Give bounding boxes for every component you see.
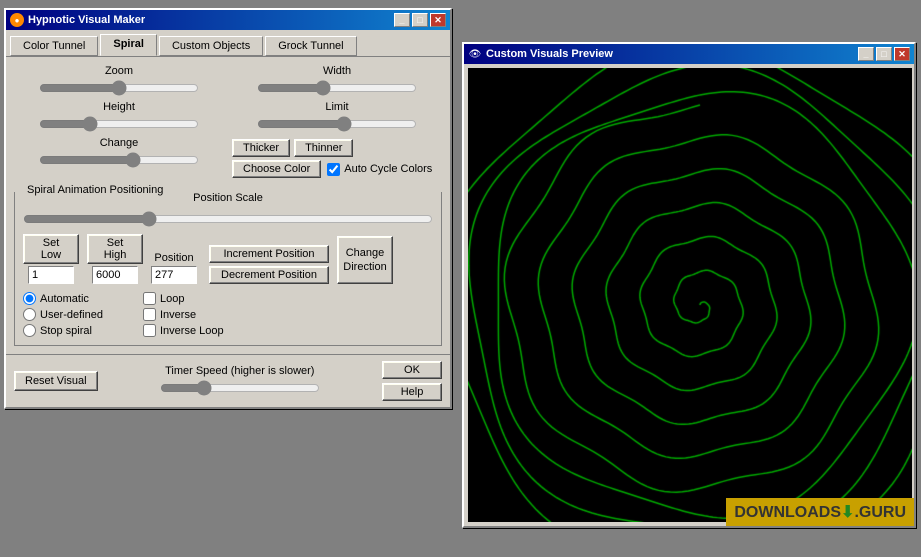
timer-group: Timer Speed (higher is slower)	[110, 365, 370, 397]
radio-automatic-input[interactable]	[23, 292, 36, 305]
width-slider[interactable]	[257, 79, 417, 97]
options-area: Automatic User-defined Stop spiral Loop	[23, 292, 433, 337]
radio-user-defined-input[interactable]	[23, 308, 36, 321]
bottom-bar: Reset Visual Timer Speed (higher is slow…	[6, 354, 450, 407]
animation-group: Spiral Animation Positioning Position Sc…	[14, 192, 442, 346]
height-label: Height	[103, 101, 135, 113]
main-window: ● Hypnotic Visual Maker _ □ ✕ Color Tunn…	[4, 8, 452, 409]
limit-label: Limit	[325, 101, 348, 113]
radio-user-defined-label: User-defined	[40, 309, 103, 321]
watermark-suffix: .GURU	[854, 504, 906, 521]
change-direction-label: ChangeDirection	[343, 246, 386, 275]
height-group: Height	[14, 101, 224, 133]
thicker-thinner-row: Thicker Thinner	[232, 139, 442, 157]
height-slider[interactable]	[39, 115, 199, 133]
reset-visual-button[interactable]: Reset Visual	[14, 371, 98, 391]
position-group: Position	[151, 252, 197, 284]
spiral-preview-canvas	[468, 68, 912, 522]
zoom-label: Zoom	[105, 65, 133, 77]
preview-title-bar: 👁 Custom Visuals Preview _ □ ✕	[464, 44, 914, 64]
radio-stop-spiral: Stop spiral	[23, 324, 103, 337]
minimize-button[interactable]: _	[394, 13, 410, 27]
radio-stop-spiral-label: Stop spiral	[40, 325, 92, 337]
set-high-group: Set High	[87, 234, 143, 284]
preview-title-left: 👁 Custom Visuals Preview	[468, 47, 613, 61]
inverse-loop-checkbox[interactable]	[143, 324, 156, 337]
radio-automatic-label: Automatic	[40, 293, 89, 305]
loop-label: Loop	[160, 293, 184, 305]
thinner-button[interactable]: Thinner	[294, 139, 353, 157]
position-label: Position	[154, 252, 193, 264]
ok-help-group: OK Help	[382, 361, 442, 401]
main-window-title: Hypnotic Visual Maker	[28, 14, 145, 26]
checkbox-inverse: Inverse	[143, 308, 224, 321]
watermark-text: DOWNLOADS	[734, 504, 841, 521]
preview-minimize-button[interactable]: _	[858, 47, 874, 61]
group-box-label: Spiral Animation Positioning	[23, 184, 167, 196]
limit-slider[interactable]	[257, 115, 417, 133]
checkbox-inverse-loop: Inverse Loop	[143, 324, 224, 337]
change-slider[interactable]	[39, 151, 199, 169]
help-button[interactable]: Help	[382, 383, 442, 401]
title-buttons: _ □ ✕	[394, 13, 446, 27]
decrement-position-button[interactable]: Decrement Position	[209, 266, 329, 284]
zoom-slider[interactable]	[39, 79, 199, 97]
increment-position-button[interactable]: Increment Position	[209, 245, 329, 263]
position-scale-slider[interactable]	[23, 210, 433, 228]
position-input[interactable]	[151, 266, 197, 284]
preview-title-buttons: _ □ ✕	[858, 47, 910, 61]
checkbox-loop: Loop	[143, 292, 224, 305]
tab-color-tunnel[interactable]: Color Tunnel	[10, 36, 98, 56]
app-icon: ●	[10, 13, 24, 27]
ok-button[interactable]: OK	[382, 361, 442, 379]
change-group: Change	[14, 137, 224, 169]
width-group: Width	[232, 65, 442, 97]
inverse-checkbox[interactable]	[143, 308, 156, 321]
change-direction-button[interactable]: ChangeDirection	[337, 236, 393, 284]
preview-maximize-button[interactable]: □	[876, 47, 892, 61]
radio-user-defined: User-defined	[23, 308, 103, 321]
set-high-button[interactable]: Set High	[87, 234, 143, 264]
tab-custom-objects[interactable]: Custom Objects	[159, 36, 263, 56]
width-label: Width	[323, 65, 351, 77]
auto-cycle-row: Auto Cycle Colors	[327, 163, 432, 176]
timer-label: Timer Speed (higher is slower)	[165, 365, 314, 377]
watermark: DOWNLOADS⬇.GURU	[726, 498, 914, 526]
preview-icon: 👁	[468, 47, 482, 61]
limit-group: Limit	[232, 101, 442, 133]
auto-cycle-label: Auto Cycle Colors	[344, 163, 432, 175]
set-low-button[interactable]: Set Low	[23, 234, 79, 264]
zoom-group: Zoom	[14, 65, 224, 97]
preview-window: 👁 Custom Visuals Preview _ □ ✕ DOWNLOADS…	[462, 42, 916, 528]
tab-bar: Color Tunnel Spiral Custom Objects Grock…	[6, 30, 450, 56]
timer-slider[interactable]	[160, 379, 320, 397]
set-low-input[interactable]	[28, 266, 74, 284]
inverse-label: Inverse	[160, 309, 196, 321]
increment-decrement-group: Increment Position Decrement Position	[209, 245, 329, 284]
choose-color-button[interactable]: Choose Color	[232, 160, 321, 178]
set-high-input[interactable]	[92, 266, 138, 284]
radio-automatic: Automatic	[23, 292, 103, 305]
auto-cycle-checkbox[interactable]	[327, 163, 340, 176]
loop-checkbox[interactable]	[143, 292, 156, 305]
set-low-group: Set Low	[23, 234, 79, 284]
change-label: Change	[100, 137, 139, 149]
tab-content: Zoom Height Change Width	[6, 56, 450, 354]
checkbox-col: Loop Inverse Inverse Loop	[143, 292, 224, 337]
inverse-loop-label: Inverse Loop	[160, 325, 224, 337]
radio-stop-spiral-input[interactable]	[23, 324, 36, 337]
watermark-arrow-icon: ⬇	[841, 504, 854, 521]
maximize-button[interactable]: □	[412, 13, 428, 27]
thicker-button[interactable]: Thicker	[232, 139, 290, 157]
title-bar-left: ● Hypnotic Visual Maker	[10, 13, 145, 27]
radio-col: Automatic User-defined Stop spiral	[23, 292, 103, 337]
tab-spiral[interactable]: Spiral	[100, 34, 157, 56]
close-button[interactable]: ✕	[430, 13, 446, 27]
tab-grock-tunnel[interactable]: Grock Tunnel	[265, 36, 356, 56]
main-title-bar: ● Hypnotic Visual Maker _ □ ✕	[6, 10, 450, 30]
preview-close-button[interactable]: ✕	[894, 47, 910, 61]
preview-window-title: Custom Visuals Preview	[486, 48, 613, 60]
